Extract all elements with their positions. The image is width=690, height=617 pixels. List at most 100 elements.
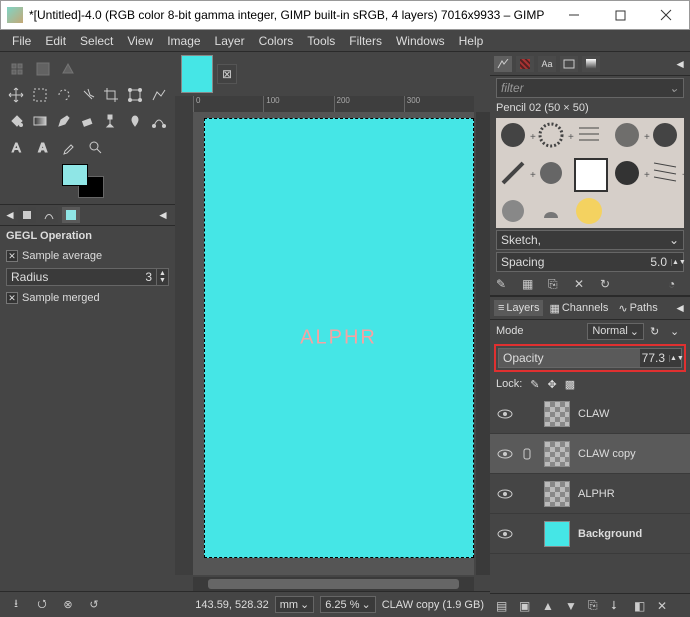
checkbox-sample-merged[interactable]: ✕ (6, 292, 18, 304)
mode-dropdown[interactable]: Normal ⌄ (587, 323, 644, 340)
tool-warp[interactable] (149, 84, 169, 106)
zoom-dropdown[interactable]: 6.25 % ⌄ (320, 596, 375, 613)
layer-merge-icon[interactable]: ⭣ (611, 598, 625, 613)
tool-fuzzy-select[interactable] (78, 84, 98, 106)
layer-link-icon[interactable] (522, 447, 536, 461)
reset-options-icon[interactable]: ↺ (84, 595, 104, 615)
tab-tool-options[interactable] (18, 207, 36, 223)
radius-spinner[interactable]: ▲▼ (156, 269, 168, 285)
layer-mask-icon[interactable]: ◧ (634, 599, 648, 613)
image-tab-close-icon[interactable]: ⊠ (217, 64, 237, 84)
ruler-horizontal[interactable]: 0 100 200 300 (193, 96, 474, 112)
opacity-slider[interactable]: Opacity 77.3 ▲▼ (498, 348, 682, 368)
tab-layers[interactable]: ≡Layers (494, 300, 543, 316)
menu-view[interactable]: View (121, 34, 159, 48)
delete-options-icon[interactable]: ⊗ (58, 595, 78, 615)
tool-transform[interactable] (125, 84, 145, 106)
maximize-button[interactable] (597, 1, 643, 30)
tool-free-select[interactable] (54, 84, 74, 106)
dock-config-icon[interactable]: ◄ (674, 57, 686, 71)
brush-duplicate-icon[interactable]: ⎘ (548, 277, 564, 293)
scrollbar-horizontal[interactable] (193, 577, 474, 591)
layer-visibility-icon[interactable] (496, 528, 514, 540)
tab-fonts[interactable]: Aa (538, 56, 556, 72)
tab-gradients[interactable] (582, 56, 600, 72)
opacity-spinner[interactable]: ▲▼ (669, 355, 681, 362)
lock-position-icon[interactable]: ✥ (548, 378, 557, 391)
brush-new-icon[interactable]: ▦ (522, 277, 538, 293)
layer-name[interactable]: Background (578, 528, 642, 540)
brush-edit-icon[interactable]: ✎ (496, 277, 512, 293)
layer-visibility-icon[interactable] (496, 408, 514, 420)
mode-switch-icon[interactable]: ↻ (650, 325, 664, 338)
layer-down-icon[interactable]: ▼ (565, 599, 579, 613)
menu-colors[interactable]: Colors (253, 34, 300, 48)
tool-recent-1[interactable] (6, 58, 28, 80)
tool-recent-2[interactable] (32, 58, 54, 80)
tool-measure[interactable] (84, 136, 106, 158)
layer-new-icon[interactable]: ▤ (496, 599, 510, 613)
tool-smudge[interactable] (125, 110, 145, 132)
brush-filter-input[interactable]: filter ⌄ (496, 78, 684, 98)
layer-thumbnail[interactable] (544, 401, 570, 427)
layer-thumbnail[interactable] (544, 481, 570, 507)
menu-tools[interactable]: Tools (301, 34, 341, 48)
menu-edit[interactable]: Edit (39, 34, 72, 48)
brush-spacing-slider[interactable]: Spacing 5.0 ▲▼ (496, 252, 684, 272)
tool-bucket[interactable] (6, 110, 26, 132)
tool-gradient[interactable] (30, 110, 50, 132)
layer-up-icon[interactable]: ▲ (542, 599, 556, 613)
minimize-button[interactable] (551, 1, 597, 30)
canvas[interactable]: ALPHR (204, 118, 474, 558)
tab-undo-history[interactable] (62, 207, 80, 223)
tool-pencil[interactable] (54, 110, 74, 132)
tool-recent-3[interactable] (58, 58, 80, 80)
menu-layer[interactable]: Layer (209, 34, 251, 48)
canvas-viewport[interactable]: ALPHR (193, 112, 474, 575)
color-selector[interactable] (62, 164, 106, 202)
layer-visibility-icon[interactable] (496, 448, 514, 460)
layer-name[interactable]: CLAW (578, 408, 609, 420)
menu-help[interactable]: Help (453, 34, 490, 48)
dock-config-icon[interactable]: ◄ (157, 208, 171, 222)
layer-group-icon[interactable]: ▣ (519, 599, 533, 613)
chevron-down-icon[interactable]: ⌄ (670, 325, 684, 338)
unit-dropdown[interactable]: mm ⌄ (275, 596, 315, 613)
layer-row[interactable]: Background (490, 514, 690, 554)
brush-paint-icon[interactable]: ◔ (668, 277, 684, 293)
tool-color-picker[interactable] (58, 136, 80, 158)
layer-duplicate-icon[interactable]: ⎘ (588, 598, 602, 613)
layer-visibility-icon[interactable] (496, 488, 514, 500)
menu-windows[interactable]: Windows (390, 34, 451, 48)
tool-move[interactable] (6, 84, 26, 106)
tool-clone[interactable] (101, 110, 121, 132)
fg-color-swatch[interactable] (62, 164, 88, 186)
spacing-spinner[interactable]: ▲▼ (671, 259, 683, 266)
radius-input[interactable]: Radius 3 ▲▼ (6, 268, 169, 286)
image-tab-thumb[interactable] (181, 55, 213, 93)
tab-history[interactable] (560, 56, 578, 72)
layer-thumbnail[interactable] (544, 441, 570, 467)
ruler-vertical[interactable] (175, 112, 193, 575)
tab-patterns[interactable] (516, 56, 534, 72)
brush-grid[interactable]: +++ +++ (496, 118, 684, 228)
layer-delete-icon[interactable]: ✕ (657, 599, 671, 613)
dock-config-icon[interactable]: ◄ (674, 301, 686, 315)
lock-alpha-icon[interactable]: ▩ (565, 378, 575, 391)
restore-options-icon[interactable]: ⭯ (32, 595, 52, 615)
tool-path[interactable] (149, 110, 169, 132)
brush-refresh-icon[interactable]: ↻ (600, 277, 616, 293)
brush-delete-icon[interactable]: ✕ (574, 277, 590, 293)
tab-brushes[interactable] (494, 56, 512, 72)
close-button[interactable] (643, 1, 689, 30)
layer-row[interactable]: CLAW (490, 394, 690, 434)
tab-paths[interactable]: ∿Paths (614, 300, 661, 317)
layer-row[interactable]: CLAW copy (490, 434, 690, 474)
tool-crop[interactable] (101, 84, 121, 106)
brush-preset-dropdown[interactable]: Sketch, ⌄ (496, 230, 684, 250)
tab-channels[interactable]: ▦Channels (545, 300, 612, 317)
tool-text[interactable]: A (6, 136, 28, 158)
menu-filters[interactable]: Filters (343, 34, 388, 48)
tool-rect-select[interactable] (30, 84, 50, 106)
checkbox-sample-average[interactable]: ✕ (6, 250, 18, 262)
